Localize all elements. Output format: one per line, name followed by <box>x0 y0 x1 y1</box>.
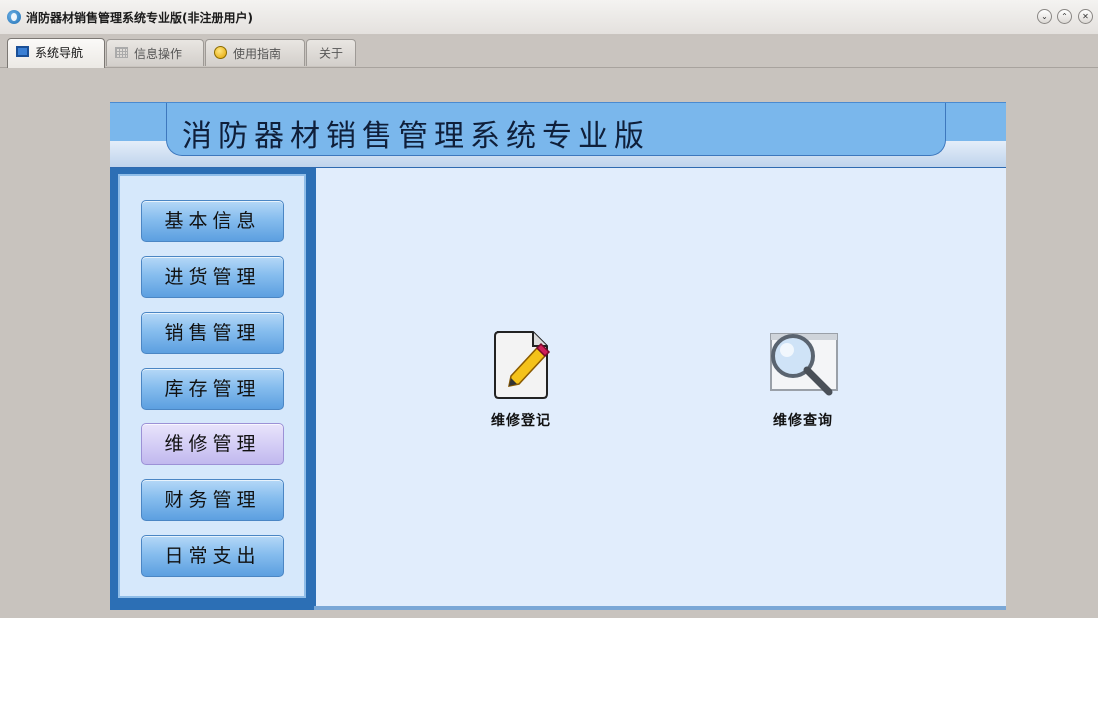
nav-sales-button[interactable]: 销售管理 <box>141 312 284 354</box>
guide-icon <box>214 46 227 59</box>
main-content: 维修登记 维修查询 <box>314 168 1006 608</box>
tab-info-ops[interactable]: 信息操作 <box>106 39 204 66</box>
title-bar[interactable]: 消防器材销售管理系统专业版(非注册用户) ⌄ ⌃ ✕ <box>0 0 1098 35</box>
app-logo-icon <box>7 10 21 24</box>
tab-system-nav[interactable]: 系统导航 <box>7 38 105 68</box>
tab-label: 系统导航 <box>35 45 84 60</box>
repair-register-label: 维修登记 <box>491 413 551 429</box>
nav-window-icon <box>16 46 29 57</box>
tab-label: 信息操作 <box>134 46 183 61</box>
grid-icon <box>115 47 128 58</box>
nav-daily-expense-button[interactable]: 日常支出 <box>141 535 284 577</box>
nav-basic-info-button[interactable]: 基本信息 <box>141 200 284 242</box>
magnifier-icon <box>770 333 838 396</box>
edit-document-icon <box>494 331 551 399</box>
nav-finance-button[interactable]: 财务管理 <box>141 479 284 521</box>
main-bottom-border <box>314 606 1006 610</box>
tab-user-guide[interactable]: 使用指南 <box>205 39 305 66</box>
nav-inventory-button[interactable]: 库存管理 <box>141 368 284 410</box>
tab-label: 使用指南 <box>233 46 282 61</box>
tab-label: 关于 <box>318 46 343 61</box>
window-title: 消防器材销售管理系统专业版(非注册用户) <box>26 11 253 25</box>
repair-query-label: 维修查询 <box>773 413 833 429</box>
close-button[interactable]: ✕ <box>1078 9 1093 24</box>
system-title: 消防器材销售管理系统专业版 <box>182 119 650 154</box>
close-icon: ✕ <box>1082 12 1089 21</box>
nav-repair-button[interactable]: 维修管理 <box>141 423 284 465</box>
tab-strip: 系统导航 信息操作 使用指南 关于 <box>0 36 1098 68</box>
nav-purchase-button[interactable]: 进货管理 <box>141 256 284 298</box>
maximize-button[interactable]: ⌃ <box>1057 9 1072 24</box>
chevron-up-icon: ⌃ <box>1061 12 1068 21</box>
repair-register-item[interactable]: 维修登记 <box>466 328 576 430</box>
minimize-button[interactable]: ⌄ <box>1037 9 1052 24</box>
tab-about[interactable]: 关于 <box>306 39 356 66</box>
navigation-panel: 消防器材销售管理系统专业版 基本信息 进货管理 销售管理 库存管理 维修管理 财… <box>110 102 1006 610</box>
app-window: 消防器材销售管理系统专业版(非注册用户) ⌄ ⌃ ✕ 系统导航 信息操作 使用指… <box>0 0 1098 618</box>
chevron-down-icon: ⌄ <box>1041 12 1048 21</box>
sidebar: 基本信息 进货管理 销售管理 库存管理 维修管理 财务管理 日常支出 <box>110 168 314 610</box>
banner-header: 消防器材销售管理系统专业版 <box>110 102 1006 168</box>
repair-query-item[interactable]: 维修查询 <box>748 328 858 430</box>
